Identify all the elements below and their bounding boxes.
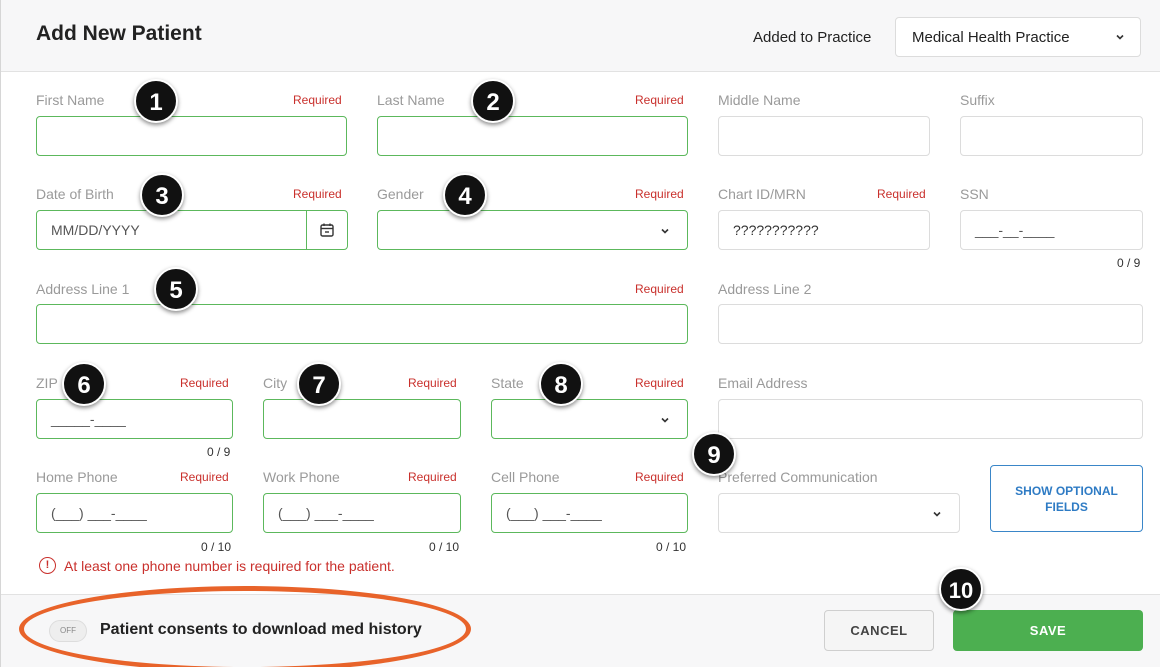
cancel-button[interactable]: CANCEL <box>824 610 934 651</box>
annotation-marker-8: 8 <box>539 362 583 406</box>
annotation-marker-6: 6 <box>62 362 106 406</box>
first-name-input[interactable] <box>36 116 347 156</box>
gender-label: Gender <box>377 186 424 202</box>
annotation-marker-10: 10 <box>939 567 983 611</box>
zip-input[interactable]: _____-____ <box>36 399 233 439</box>
preferred-comm-select[interactable] <box>718 493 960 533</box>
phone-error-message: ! At least one phone number is required … <box>39 557 395 574</box>
save-button[interactable]: SAVE <box>953 610 1143 651</box>
phone-error-text: At least one phone number is required fo… <box>64 557 395 574</box>
zip-label: ZIP <box>36 375 58 391</box>
last-name-required: Required <box>635 93 684 107</box>
work-phone-label: Work Phone <box>263 469 340 485</box>
cell-phone-counter: 0 / 10 <box>656 540 687 554</box>
ssn-counter: 0 / 9 <box>1117 256 1141 270</box>
annotation-marker-9: 9 <box>692 432 736 476</box>
chart-id-required: Required <box>877 187 926 201</box>
home-phone-placeholder: (___) ___-____ <box>51 505 147 521</box>
dob-input[interactable]: MM/DD/YYYY <box>36 210 348 250</box>
modal-header: Add New Patient Added to Practice Medica… <box>1 0 1160 72</box>
highlight-oval <box>19 586 471 667</box>
annotation-marker-1: 1 <box>134 79 178 123</box>
modal-title: Add New Patient <box>36 22 202 45</box>
first-name-required: Required <box>293 93 342 107</box>
city-label: City <box>263 375 288 391</box>
ssn-placeholder: ___-__-____ <box>975 222 1055 238</box>
dob-placeholder: MM/DD/YYYY <box>51 222 140 238</box>
gender-required: Required <box>635 187 684 201</box>
work-phone-placeholder: (___) ___-____ <box>278 505 374 521</box>
cell-phone-placeholder: (___) ___-____ <box>506 505 602 521</box>
dob-required: Required <box>293 187 342 201</box>
add-patient-modal: Add New Patient Added to Practice Medica… <box>0 0 1160 667</box>
zip-required: Required <box>180 376 229 390</box>
home-phone-counter: 0 / 10 <box>201 540 232 554</box>
address1-required: Required <box>635 282 684 296</box>
chevron-down-icon <box>933 511 941 517</box>
zip-counter: 0 / 9 <box>207 445 231 459</box>
chart-id-input[interactable]: ??????????? <box>718 210 930 250</box>
address1-input[interactable] <box>36 304 688 344</box>
gender-select[interactable] <box>377 210 688 250</box>
calendar-icon[interactable] <box>319 222 335 238</box>
middle-name-label: Middle Name <box>718 92 801 108</box>
alert-circle-icon: ! <box>39 557 56 574</box>
middle-name-input[interactable] <box>718 116 930 156</box>
suffix-label: Suffix <box>960 92 995 108</box>
state-label: State <box>491 375 524 391</box>
show-optional-fields-button[interactable]: SHOW OPTIONAL FIELDS <box>990 465 1143 532</box>
calendar-divider <box>306 211 307 249</box>
home-phone-label: Home Phone <box>36 469 118 485</box>
ssn-label: SSN <box>960 186 989 202</box>
chevron-down-icon <box>661 228 669 234</box>
city-input[interactable] <box>263 399 461 439</box>
work-phone-input[interactable]: (___) ___-____ <box>263 493 461 533</box>
chevron-down-icon <box>661 417 669 423</box>
annotation-marker-3: 3 <box>140 173 184 217</box>
annotation-marker-5: 5 <box>154 267 198 311</box>
work-phone-required: Required <box>408 470 457 484</box>
suffix-input[interactable] <box>960 116 1143 156</box>
zip-placeholder: _____-____ <box>51 411 126 427</box>
state-select[interactable] <box>491 399 688 439</box>
address2-input[interactable] <box>718 304 1143 344</box>
practice-label: Added to Practice <box>753 29 872 46</box>
preferred-comm-label: Preferred Communication <box>718 469 878 485</box>
chart-id-label: Chart ID/MRN <box>718 186 806 202</box>
email-label: Email Address <box>718 375 808 391</box>
annotation-marker-4: 4 <box>443 173 487 217</box>
home-phone-required: Required <box>180 470 229 484</box>
annotation-marker-2: 2 <box>471 79 515 123</box>
cell-phone-label: Cell Phone <box>491 469 560 485</box>
ssn-input[interactable]: ___-__-____ <box>960 210 1143 250</box>
annotation-marker-7: 7 <box>297 362 341 406</box>
work-phone-counter: 0 / 10 <box>429 540 460 554</box>
last-name-input[interactable] <box>377 116 688 156</box>
city-required: Required <box>408 376 457 390</box>
first-name-label: First Name <box>36 92 105 108</box>
chevron-down-icon <box>1116 34 1124 40</box>
state-required: Required <box>635 376 684 390</box>
email-input[interactable] <box>718 399 1143 439</box>
cell-phone-input[interactable]: (___) ___-____ <box>491 493 688 533</box>
address1-label: Address Line 1 <box>36 281 130 297</box>
dob-label: Date of Birth <box>36 186 114 202</box>
home-phone-input[interactable]: (___) ___-____ <box>36 493 233 533</box>
practice-select[interactable]: Medical Health Practice <box>895 17 1141 57</box>
address2-label: Address Line 2 <box>718 281 812 297</box>
chart-id-value: ??????????? <box>733 222 819 238</box>
cell-phone-required: Required <box>635 470 684 484</box>
practice-select-value: Medical Health Practice <box>912 29 1070 46</box>
last-name-label: Last Name <box>377 92 445 108</box>
